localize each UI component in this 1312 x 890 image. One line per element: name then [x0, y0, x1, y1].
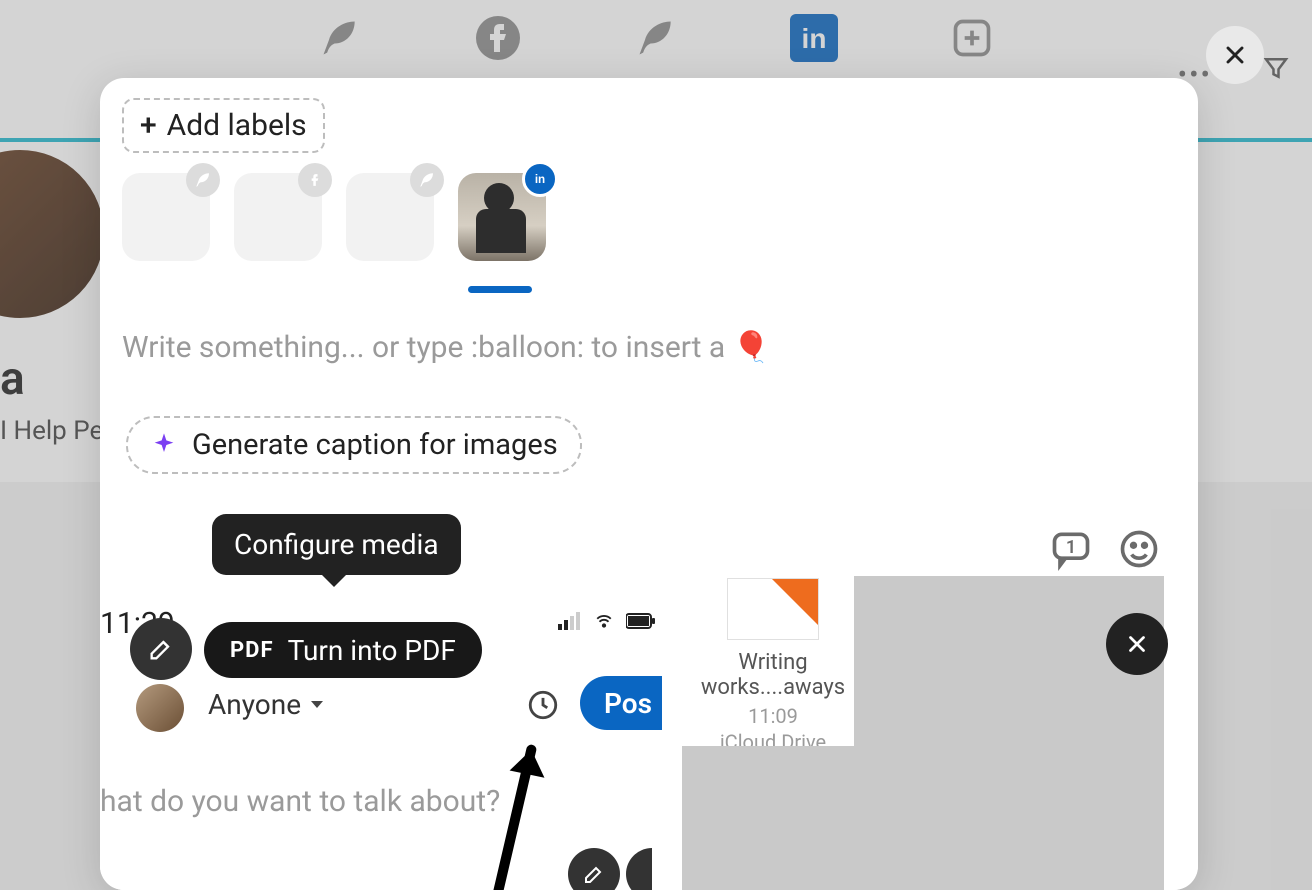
wifi-icon	[592, 612, 616, 630]
caret-down-icon	[309, 699, 325, 711]
audience-selector[interactable]: Anyone	[208, 688, 325, 721]
signal-icon	[558, 612, 582, 630]
comment-count: 1	[1066, 537, 1076, 558]
compose-modal: + Add labels in	[100, 78, 1198, 890]
account-thumbnails: in	[122, 173, 546, 261]
battery-icon	[626, 613, 656, 629]
comment-count-button[interactable]: 1	[1048, 526, 1094, 572]
plus-icon: +	[140, 108, 157, 143]
post-button[interactable]: Pos	[580, 676, 662, 730]
generate-caption-label: Generate caption for images	[192, 428, 558, 462]
remove-media-button[interactable]	[1106, 613, 1168, 675]
sparkle-icon	[150, 431, 178, 459]
pdf-prefix: PDF	[230, 638, 274, 663]
media-preview-area: 11:29 Configure media PDF Turn into PDF …	[100, 576, 1198, 890]
file-title: Writing works....aways	[688, 650, 858, 700]
document-thumb-icon	[727, 578, 819, 640]
configure-media-tooltip: Configure media	[212, 514, 461, 575]
gray-media-placeholder-2	[682, 746, 854, 890]
account-thumb-3[interactable]	[346, 173, 434, 261]
composer-textarea[interactable]: Write something... or type :balloon: to …	[122, 330, 770, 365]
account-thumb-1[interactable]	[122, 173, 210, 261]
facebook-icon	[298, 163, 332, 197]
svg-text:in: in	[535, 173, 545, 186]
turn-into-pdf-button[interactable]: PDF Turn into PDF	[204, 622, 482, 678]
account-thumb-2[interactable]	[234, 173, 322, 261]
add-labels-text: Add labels	[167, 108, 307, 143]
next-button-partial[interactable]	[626, 848, 652, 890]
linkedin-icon: in	[522, 161, 558, 197]
feather-icon	[186, 163, 220, 197]
emoji-button[interactable]	[1116, 526, 1162, 572]
edit-post-button[interactable]	[568, 848, 620, 890]
status-bar-icons	[558, 612, 656, 630]
selected-underline	[468, 286, 532, 293]
feather-icon	[410, 163, 444, 197]
audience-label: Anyone	[208, 688, 301, 721]
edit-media-button[interactable]	[130, 618, 192, 680]
close-modal-button[interactable]	[1206, 26, 1264, 84]
pdf-label: Turn into PDF	[288, 634, 456, 667]
add-labels-button[interactable]: + Add labels	[122, 98, 325, 153]
composer-placeholder-text: Write something... or type :balloon: to …	[122, 330, 770, 365]
media-preview-left: 11:29 Configure media PDF Turn into PDF …	[100, 576, 648, 890]
generate-caption-button[interactable]: Generate caption for images	[126, 416, 582, 474]
composer-side-icons: 1	[1048, 526, 1162, 572]
file-time: 11:09	[688, 704, 858, 728]
post-label: Pos	[604, 687, 652, 720]
account-thumb-linkedin[interactable]: in	[458, 173, 546, 261]
mini-avatar	[136, 684, 184, 732]
